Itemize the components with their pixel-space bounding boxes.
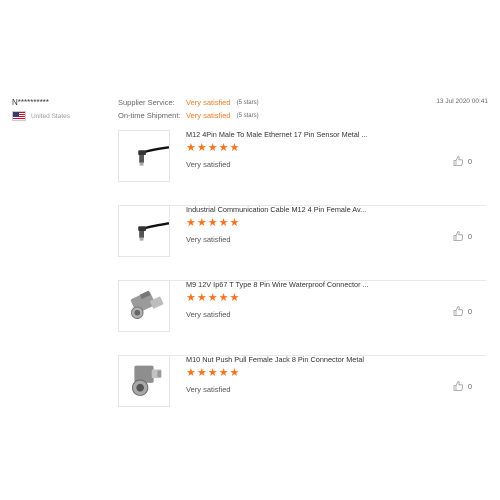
ontime-shipment-rating: On-time Shipment: Very satisfied (5 star… [118, 111, 259, 120]
rating-count: (5 stars) [236, 112, 259, 119]
reviewer-name: N********** [12, 98, 49, 107]
product-rating-text: Very satisfied [186, 160, 231, 169]
thumbs-up-icon [453, 381, 463, 391]
star-icon: ★ [229, 217, 240, 229]
star-icon: ★ [229, 142, 240, 154]
product-rating-text: Very satisfied [186, 235, 231, 244]
like-button[interactable]: 0 [453, 156, 472, 166]
product-thumbnail[interactable] [118, 130, 170, 182]
star-icon: ★ [186, 292, 196, 304]
product-rating-text: Very satisfied [186, 310, 231, 319]
product-thumbnail[interactable] [118, 280, 170, 332]
star-icon: ★ [207, 217, 218, 229]
star-icon: ★ [218, 292, 229, 304]
rating-label: On-time Shipment: [118, 111, 181, 120]
product-title-link[interactable]: M9 12V Ip67 T Type 8 Pin Wire Waterproof… [186, 280, 369, 289]
star-rating: ★ ★ ★ ★ ★ [186, 367, 239, 379]
supplier-service-rating: Supplier Service: Very satisfied (5 star… [118, 98, 259, 107]
star-icon: ★ [229, 292, 240, 304]
product-review-item: M10 Nut Push Pull Female Jack 8 Pin Conn… [118, 355, 486, 430]
product-review-item: Industrial Communication Cable M12 4 Pin… [118, 205, 486, 281]
star-icon: ★ [196, 142, 207, 154]
product-review-item: M9 12V Ip67 T Type 8 Pin Wire Waterproof… [118, 280, 486, 356]
rating-value: Very satisfied [186, 98, 231, 107]
product-thumbnail[interactable] [118, 355, 170, 407]
rating-count: (5 stars) [236, 99, 259, 106]
star-icon: ★ [218, 217, 229, 229]
star-rating: ★ ★ ★ ★ ★ [186, 217, 239, 229]
star-icon: ★ [207, 142, 218, 154]
star-icon: ★ [196, 217, 207, 229]
like-count: 0 [467, 381, 472, 391]
rating-value: Very satisfied [186, 111, 231, 120]
product-title-link[interactable]: Industrial Communication Cable M12 4 Pin… [186, 205, 366, 214]
star-icon: ★ [229, 367, 240, 379]
product-review-item: M12 4Pin Male To Male Ethernet 17 Pin Se… [118, 130, 486, 206]
star-icon: ★ [196, 367, 207, 379]
like-count: 0 [467, 306, 472, 316]
star-icon: ★ [186, 217, 196, 229]
star-icon: ★ [186, 142, 196, 154]
like-button[interactable]: 0 [453, 231, 472, 241]
star-icon: ★ [218, 142, 229, 154]
reviewer-country: United States [12, 111, 70, 121]
star-rating: ★ ★ ★ ★ ★ [186, 292, 239, 304]
star-rating: ★ ★ ★ ★ ★ [186, 142, 239, 154]
review-date: 13 Jul 2020 00:41 [436, 98, 488, 105]
product-title-link[interactable]: M12 4Pin Male To Male Ethernet 17 Pin Se… [186, 130, 368, 139]
thumbs-up-icon [453, 306, 463, 316]
product-title-link[interactable]: M10 Nut Push Pull Female Jack 8 Pin Conn… [186, 355, 364, 364]
like-count: 0 [467, 231, 472, 241]
like-count: 0 [467, 156, 472, 166]
star-icon: ★ [196, 292, 207, 304]
rating-label: Supplier Service: [118, 98, 175, 107]
star-icon: ★ [186, 367, 196, 379]
star-icon: ★ [218, 367, 229, 379]
star-icon: ★ [207, 367, 218, 379]
product-rating-text: Very satisfied [186, 385, 231, 394]
star-icon: ★ [207, 292, 218, 304]
like-button[interactable]: 0 [453, 306, 472, 316]
thumbs-up-icon [453, 231, 463, 241]
like-button[interactable]: 0 [453, 381, 472, 391]
product-thumbnail[interactable] [118, 205, 170, 257]
us-flag-icon [12, 111, 26, 121]
country-label: United States [31, 112, 71, 120]
thumbs-up-icon [453, 156, 463, 166]
